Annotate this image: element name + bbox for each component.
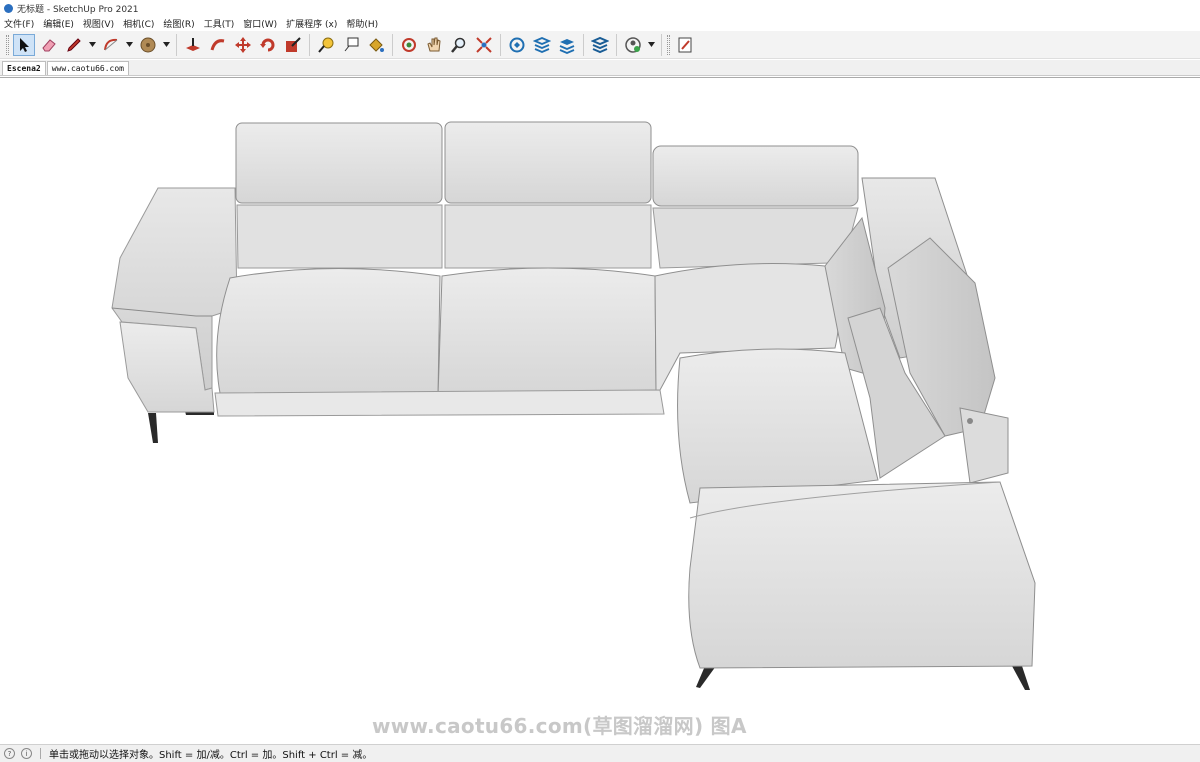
menu-window[interactable]: 窗口(W): [243, 17, 277, 30]
status-bar: ? i 单击或拖动以选择对象。Shift = 加/减。Ctrl = 加。Shif…: [0, 744, 1200, 762]
zoom-extents-tool-button[interactable]: [473, 34, 495, 56]
status-separator: [40, 748, 41, 759]
headrest-corner: [652, 145, 859, 207]
eraser-icon: [42, 38, 56, 51]
magnifier-icon: [451, 37, 466, 53]
shape-tools-dropdown[interactable]: [162, 34, 170, 56]
menu-view[interactable]: 视图(V): [83, 17, 114, 30]
extension-manager-button[interactable]: [589, 34, 611, 56]
sketchup-window: 无标题 - SketchUp Pro 2021 文件(F) 编辑(E) 视图(V…: [0, 0, 1200, 762]
sofa-model: [111, 121, 1036, 690]
sofa-leg-front-right: [1012, 666, 1030, 690]
rotate-tool-button[interactable]: [257, 34, 279, 56]
layout-send-button[interactable]: [556, 34, 578, 56]
circle-shape-icon: [140, 37, 156, 52]
menu-tools[interactable]: 工具(T): [204, 17, 235, 30]
sofa-leg-front-left: [696, 666, 716, 688]
arc-tools-dropdown[interactable]: [125, 34, 133, 56]
orbit-icon: [402, 37, 416, 52]
text-label-icon: [344, 37, 359, 51]
shape-tool-button[interactable]: [137, 34, 159, 56]
toolbar-grip[interactable]: [6, 34, 9, 55]
chevron-down-icon: [162, 42, 170, 47]
user-account-icon: [625, 36, 641, 53]
chevron-down-icon: [88, 42, 96, 47]
toolbar-separator: [616, 33, 617, 56]
toolbar-separator: [500, 33, 501, 56]
pencil-icon: [67, 37, 81, 52]
account-dropdown[interactable]: [647, 34, 655, 56]
url-tab[interactable]: www.caotu66.com: [46, 61, 129, 75]
tape-measure-icon: [318, 37, 334, 53]
toolbar-separator: [309, 33, 310, 56]
scene-tabs-bar: Escena2 www.caotu66.com: [0, 60, 1200, 76]
scale-icon: [286, 36, 301, 52]
menu-extensions[interactable]: 扩展程序 (x): [286, 17, 337, 30]
headrest-left: [235, 122, 443, 204]
paint-bucket-icon: [369, 37, 384, 52]
toolbar-separator: [392, 33, 393, 56]
warehouse-icon: [509, 37, 525, 52]
chaise-seat-cushion: [677, 348, 879, 504]
sofa-leg-left: [148, 413, 158, 443]
extension-warehouse-button[interactable]: [531, 34, 553, 56]
clipboard-pencil-icon: [678, 37, 692, 52]
orbit-tool-button[interactable]: [398, 34, 420, 56]
follow-me-tool-button[interactable]: [207, 34, 229, 56]
window-title: 无标题 - SketchUp Pro 2021: [17, 4, 139, 15]
rotate-icon: [260, 38, 275, 51]
chevron-down-icon: [647, 42, 655, 47]
watermark-text: www.caotu66.com(草图溜溜网) 图A: [372, 714, 747, 738]
large-toolset-toolbar: [0, 31, 1200, 59]
geo-location-icon[interactable]: ?: [4, 748, 15, 759]
seat-cushion-middle: [437, 267, 657, 397]
tape-measure-tool-button[interactable]: [315, 34, 337, 56]
arc-icon: [104, 38, 118, 50]
toolbar-separator: [583, 33, 584, 56]
follow-me-icon: [210, 38, 225, 50]
extension-manager-icon: [591, 36, 609, 53]
menu-bar: 文件(F) 编辑(E) 视图(V) 相机(C) 绘图(R) 工具(T) 窗口(W…: [0, 16, 1200, 31]
select-tool-button[interactable]: [13, 33, 35, 56]
hand-icon: [427, 37, 441, 51]
status-message: 单击或拖动以选择对象。Shift = 加/减。Ctrl = 加。Shift + …: [49, 750, 373, 761]
move-arrows-icon: [235, 36, 251, 53]
arc-tool-button[interactable]: [100, 34, 122, 56]
title-bar: 无标题 - SketchUp Pro 2021: [0, 0, 1200, 16]
seat-cushion-left: [216, 267, 441, 397]
toolbar-separator: [176, 33, 177, 56]
credits-icon[interactable]: i: [21, 748, 32, 759]
pan-tool-button[interactable]: [423, 34, 445, 56]
move-tool-button[interactable]: [232, 34, 254, 56]
push-pull-tool-button[interactable]: [182, 34, 204, 56]
headrest-middle: [444, 121, 652, 204]
push-pull-icon: [186, 37, 200, 51]
sketchup-app-icon: [4, 3, 13, 13]
text-tool-button[interactable]: [340, 34, 362, 56]
extension-warehouse-icon: [533, 36, 551, 53]
eraser-tool-button[interactable]: [38, 34, 60, 56]
toolbar-separator: [661, 33, 662, 56]
line-tool-button[interactable]: [63, 34, 85, 56]
model-viewport[interactable]: www.caotu66.com(草图溜溜网) 图A: [0, 77, 1200, 744]
paint-bucket-tool-button[interactable]: [365, 34, 387, 56]
classifier-tool-button[interactable]: [674, 34, 696, 56]
zoom-tool-button[interactable]: [448, 34, 470, 56]
menu-edit[interactable]: 编辑(E): [43, 17, 74, 30]
cursor-arrow-icon: [20, 37, 29, 52]
line-tools-dropdown[interactable]: [88, 34, 96, 56]
zoom-extents-icon: [476, 36, 492, 53]
chevron-down-icon: [125, 42, 133, 47]
account-button[interactable]: [622, 34, 644, 56]
menu-camera[interactable]: 相机(C): [123, 17, 154, 30]
chaise-footrest: [688, 481, 1036, 669]
menu-draw[interactable]: 绘图(R): [163, 17, 194, 30]
scale-tool-button[interactable]: [282, 34, 304, 56]
layers-stack-icon: [559, 38, 575, 54]
menu-file[interactable]: 文件(F): [4, 17, 34, 30]
toolbar-grip[interactable]: [667, 34, 670, 55]
scene-tab[interactable]: Escena2: [2, 61, 46, 75]
menu-help[interactable]: 帮助(H): [346, 17, 378, 30]
3d-warehouse-button[interactable]: [506, 34, 528, 56]
